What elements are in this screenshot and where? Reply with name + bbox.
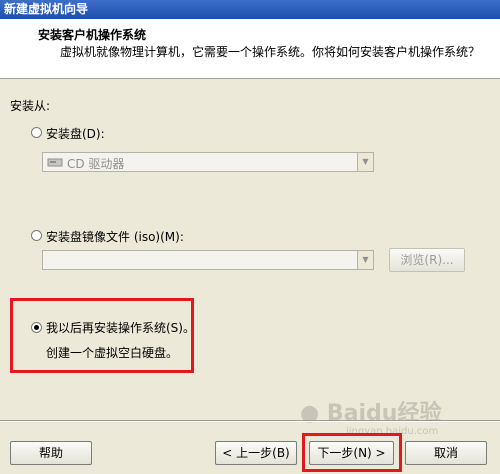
radio-install-later[interactable] [31, 322, 42, 333]
disc-drive-select[interactable]: CD 驱动器 ▼ [42, 152, 374, 172]
iso-path-input[interactable]: ▼ [42, 250, 374, 270]
chevron-down-icon[interactable]: ▼ [357, 251, 373, 269]
option-iso-image-label[interactable]: 安装盘镜像文件 (iso)(M): [46, 228, 184, 245]
browse-button[interactable]: 浏览(R)... [389, 248, 465, 272]
window-title: 新建虚拟机向导 [0, 0, 500, 19]
install-from-label: 安装从: [10, 99, 51, 113]
chevron-down-icon[interactable]: ▼ [357, 153, 373, 171]
option-install-later-label[interactable]: 我以后再安装操作系统(S)。 [46, 319, 195, 336]
baidu-paw-icon: ● [300, 401, 320, 426]
watermark-logo: ● Baidu经验 [300, 401, 442, 426]
cancel-button[interactable]: 取消 [405, 441, 487, 465]
help-button[interactable]: 帮助 [10, 441, 92, 465]
footer-divider [0, 420, 500, 422]
radio-iso-image[interactable] [31, 230, 42, 241]
install-later-description: 创建一个虚拟空白硬盘。 [46, 346, 179, 360]
disc-drive-value: CD 驱动器 [67, 157, 125, 171]
next-button[interactable]: 下一步(N) > [309, 441, 394, 465]
page-description: 虚拟机就像物理计算机，它需要一个操作系统。你将如何安装客户机操作系统？ [60, 45, 481, 59]
back-button[interactable]: < 上一步(B) [215, 441, 297, 465]
cd-drive-icon [47, 156, 63, 171]
option-install-disc-label[interactable]: 安装盘(D): [46, 125, 105, 142]
page-title: 安装客户机操作系统 [38, 28, 147, 42]
radio-install-disc[interactable] [31, 127, 42, 138]
wizard-header: 安装客户机操作系统 虚拟机就像物理计算机，它需要一个操作系统。你将如何安装客户机… [0, 19, 500, 79]
